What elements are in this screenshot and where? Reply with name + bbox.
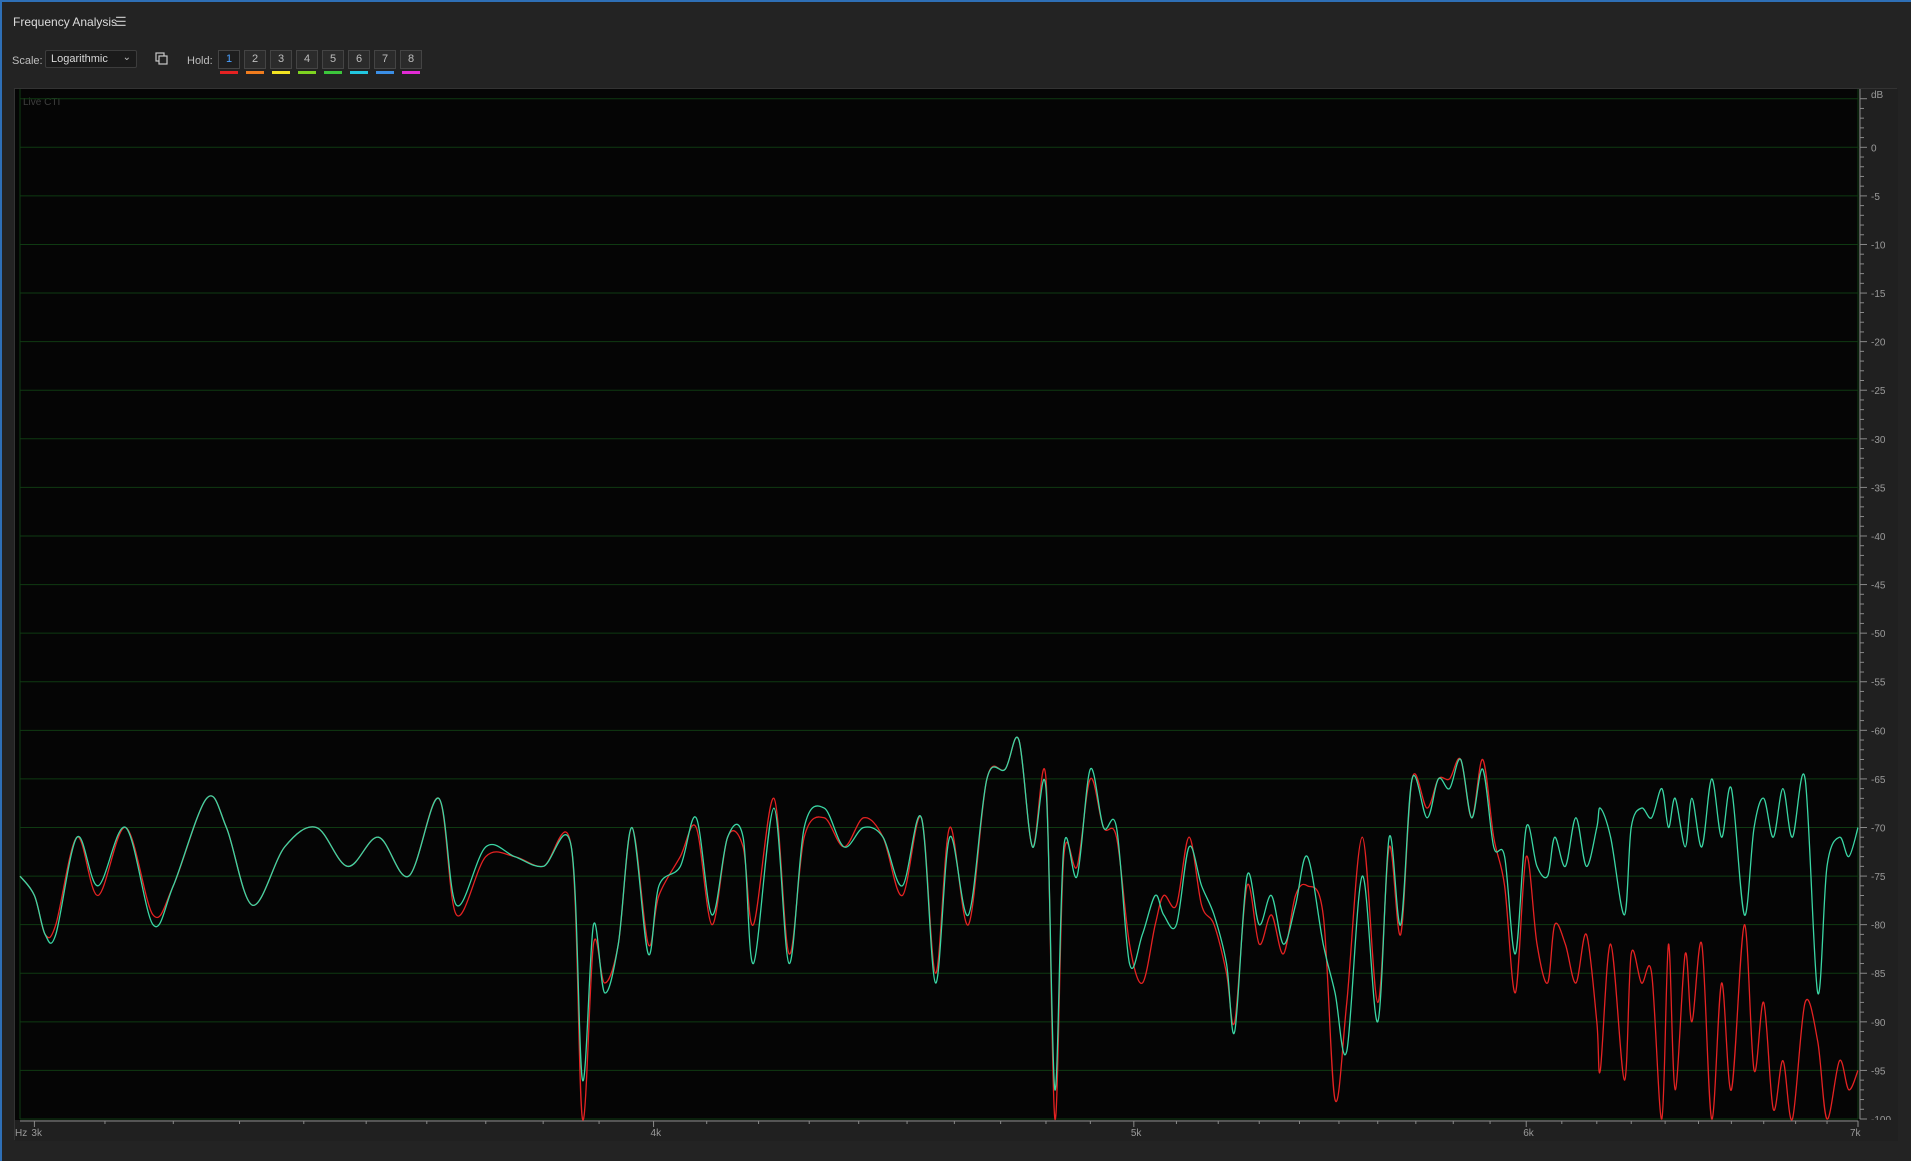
panel-title: Frequency Analysis	[13, 15, 118, 29]
hold-label: Hold:	[187, 55, 213, 67]
hold-button-label: 6	[355, 53, 363, 65]
y-tick-label: -60	[1871, 726, 1886, 737]
overlay-toggle-icon[interactable]	[155, 52, 169, 66]
hold-color-bar	[350, 71, 368, 74]
hold-color-bar	[220, 71, 238, 74]
y-tick-label: -65	[1871, 775, 1886, 786]
y-tick-label: -85	[1871, 969, 1886, 980]
hold-button-2[interactable]: 2	[244, 50, 266, 74]
hold-color-bar	[298, 71, 316, 74]
hold-color-bar	[376, 71, 394, 74]
hold-color-bar	[324, 71, 342, 74]
y-unit-label: dB	[1871, 90, 1884, 101]
x-tick-label: 7k	[1850, 1128, 1862, 1139]
y-tick-label: -50	[1871, 629, 1886, 640]
y-tick-label: -5	[1871, 192, 1880, 203]
hold-color-bar	[272, 71, 290, 74]
spectrum-line-1	[19, 736, 1859, 1121]
hamburger-menu-icon[interactable]: ☰	[115, 14, 127, 30]
hold-button-6[interactable]: 6	[348, 50, 370, 74]
x-tick-label: 3k	[31, 1128, 43, 1139]
hold-button-label: 3	[277, 53, 285, 65]
hold-button-label: 1	[225, 53, 233, 65]
y-tick-label: -95	[1871, 1066, 1886, 1077]
x-tick-label: 5k	[1131, 1128, 1143, 1139]
spectrum-line-2	[19, 736, 1859, 1091]
scale-dropdown-value: Logarithmic	[51, 53, 108, 65]
hold-button-5[interactable]: 5	[322, 50, 344, 74]
x-tick-label: 4k	[651, 1128, 663, 1139]
scale-dropdown[interactable]: Logarithmic ⌄	[45, 50, 137, 68]
y-tick-label: -20	[1871, 338, 1886, 349]
y-tick-label: -30	[1871, 435, 1886, 446]
hold-button-label: 7	[381, 53, 389, 65]
hold-button-7[interactable]: 7	[374, 50, 396, 74]
hold-button-4[interactable]: 4	[296, 50, 318, 74]
hold-button-label: 2	[251, 53, 259, 65]
hold-color-bar	[246, 71, 264, 74]
frequency-plot[interactable]: Live CTI dB 0 -5 -10 -15 -20 -25 -30 -35 -40 -45 -50…	[14, 88, 1898, 1141]
y-tick-label: -75	[1871, 872, 1886, 883]
hold-button-label: 5	[329, 53, 337, 65]
x-axis-background	[15, 1120, 1898, 1141]
panel-header: Frequency Analysis ☰	[0, 0, 1911, 42]
hold-button-1[interactable]: 1	[218, 50, 240, 74]
y-tick-label: -25	[1871, 386, 1886, 397]
hold-button-3[interactable]: 3	[270, 50, 292, 74]
x-unit-label: Hz	[15, 1128, 27, 1139]
hold-button-label: 8	[407, 53, 415, 65]
hold-button-8[interactable]: 8	[400, 50, 422, 74]
y-tick-label: -15	[1871, 289, 1886, 300]
hold-color-bar	[402, 71, 420, 74]
y-tick-label: -10	[1871, 240, 1886, 251]
y-tick-label: -40	[1871, 532, 1886, 543]
chevron-down-icon: ⌄	[122, 52, 131, 63]
y-tick-label: -90	[1871, 1018, 1886, 1029]
frequency-chart: Live CTIdB0-5-10-15-20-25-30-35-40-45-50…	[15, 89, 1898, 1141]
y-tick-label: -45	[1871, 581, 1886, 592]
scale-label: Scale:	[12, 55, 43, 67]
y-tick-label: 0	[1871, 143, 1877, 154]
y-tick-label: -35	[1871, 483, 1886, 494]
x-tick-label: 6k	[1523, 1128, 1535, 1139]
y-tick-label: -70	[1871, 823, 1886, 834]
hold-button-label: 4	[303, 53, 311, 65]
y-tick-label: -80	[1871, 921, 1886, 932]
panel-left-border	[0, 0, 2, 1161]
y-tick-label: -55	[1871, 678, 1886, 689]
